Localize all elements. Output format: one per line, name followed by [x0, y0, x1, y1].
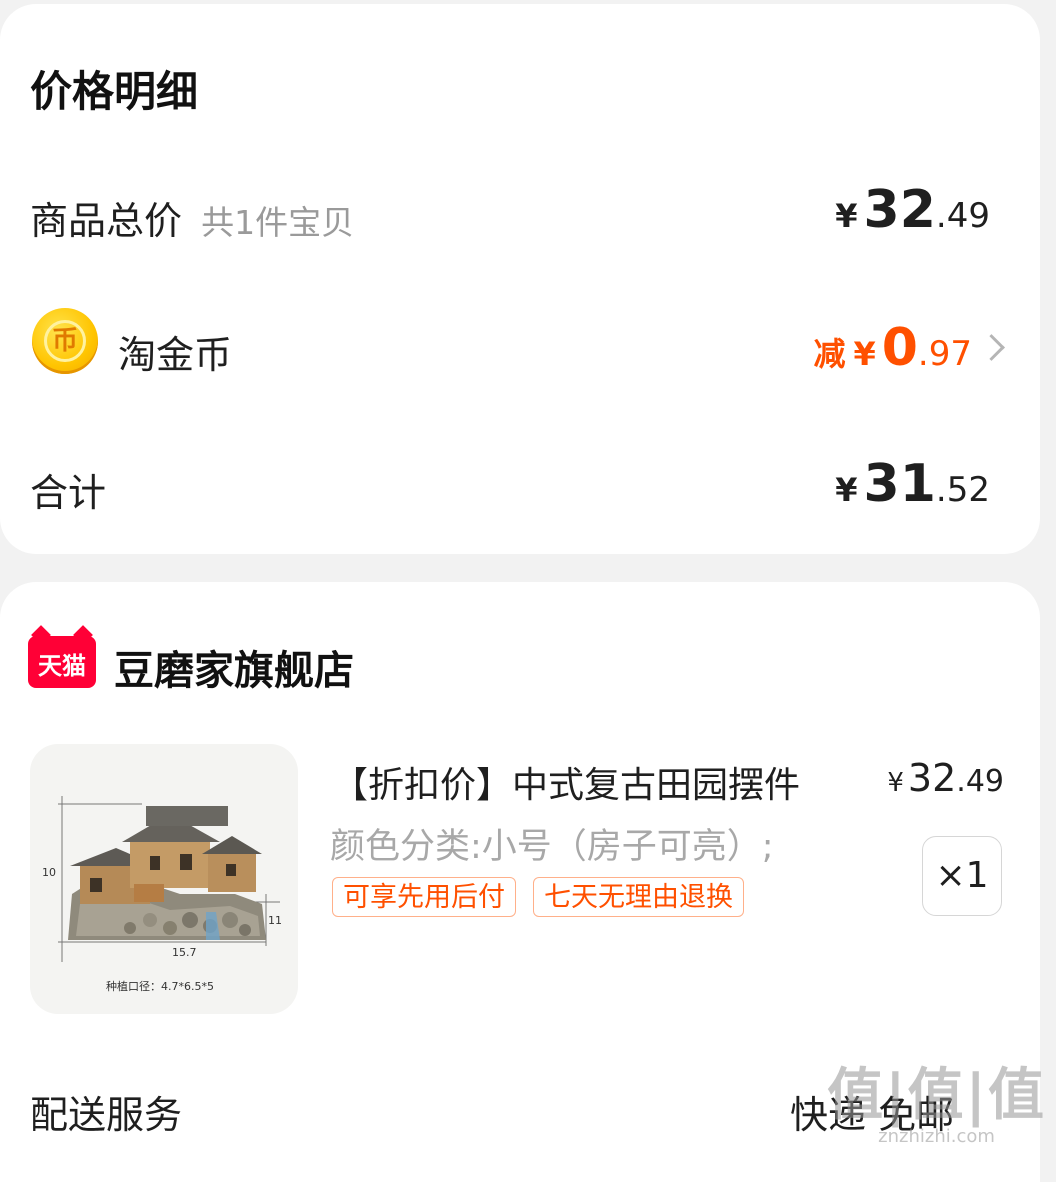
price-integer: 32 — [907, 756, 957, 800]
gold-coin-icon: 币 — [32, 308, 98, 374]
store-name[interactable]: 豆磨家旗舰店 — [114, 638, 354, 696]
currency-symbol: ¥ — [887, 768, 904, 798]
price-integer: 32 — [863, 180, 936, 240]
coin-glyph: 币 — [44, 320, 86, 362]
currency-symbol: ¥ — [853, 335, 876, 373]
product-title[interactable]: 【折扣价】中式复古田园摆件 — [332, 756, 800, 808]
product-image[interactable]: 10 11 15.7 种植口径：4.7*6.5*5 — [30, 744, 298, 1014]
dim-height-right: 11 — [268, 914, 282, 927]
tag-seven-day-return: 七天无理由退换 — [533, 877, 744, 917]
delivery-label: 配送服务 — [30, 1093, 183, 1137]
price-integer: 31 — [863, 454, 936, 514]
quantity-button[interactable]: ×1 — [922, 836, 1002, 916]
discount-prefix: 减 — [813, 335, 846, 373]
currency-symbol: ¥ — [835, 197, 858, 235]
product-price: ¥32.49 — [887, 756, 1004, 800]
price-decimal: .49 — [935, 196, 990, 236]
watermark-text: 值|值|值 — [827, 1063, 1046, 1128]
tmall-badge-icon: 天猫 — [28, 636, 96, 688]
watermark-url: znzhizhi.com — [878, 1126, 995, 1147]
house-ornament-image: 10 11 15.7 种植口径：4.7*6.5*5 — [42, 796, 282, 993]
goods-total-label: 商品总价 — [30, 199, 183, 243]
tmall-badge-text: 天猫 — [38, 652, 86, 680]
price-decimal: .49 — [956, 764, 1004, 799]
coin-discount[interactable]: 减 ¥0.97 — [813, 318, 972, 378]
price-detail-title: 价格明细 — [30, 67, 199, 116]
planting-caliber-caption: 种植口径：4.7*6.5*5 — [106, 979, 214, 993]
currency-symbol: ¥ — [835, 471, 858, 509]
dim-height-left: 10 — [42, 866, 56, 879]
price-decimal: .52 — [935, 470, 990, 510]
price-decimal: .97 — [917, 334, 972, 374]
tag-pay-later: 可享先用后付 — [332, 877, 516, 917]
total-price: ¥31.52 — [835, 454, 990, 514]
total-label: 合计 — [30, 471, 107, 515]
product-sku[interactable]: 颜色分类:小号（房子可亮）; — [330, 818, 774, 869]
price-integer: 0 — [881, 318, 918, 378]
watermark: 值|值|值 znzhizhi.com — [827, 1064, 1046, 1146]
goods-total-row: 商品总价 共1件宝贝 — [30, 190, 354, 245]
dim-width: 15.7 — [172, 946, 197, 959]
goods-count: 共1件宝贝 — [201, 203, 355, 242]
goods-total-price: ¥32.49 — [835, 180, 990, 240]
coin-label: 淘金币 — [118, 333, 233, 377]
